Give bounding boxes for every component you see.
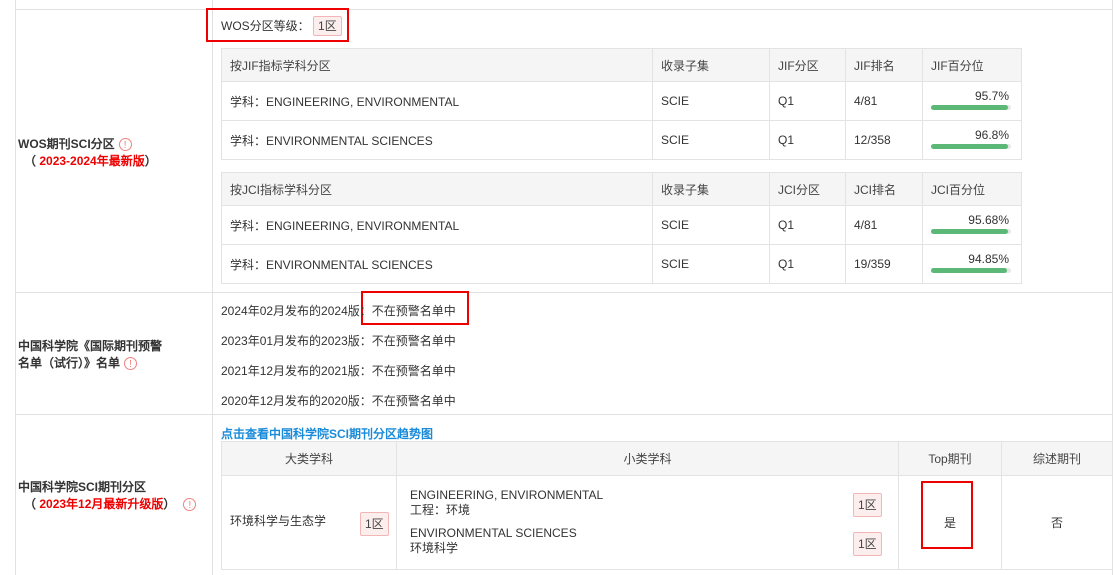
cas-minor-zone: 1区 <box>853 532 882 556</box>
jci-percentile-value: 94.85% <box>968 252 1009 266</box>
jif-percentile-cell: 95.7% <box>922 81 1022 121</box>
table-row: 学科：ENVIRONMENTAL SCIENCES SCIE Q1 19/359… <box>221 244 1022 284</box>
jci-percentile-cell: 95.68% <box>922 205 1022 245</box>
jci-percentile-value: 95.68% <box>968 213 1009 227</box>
table-row: 学科：ENGINEERING, ENVIRONMENTAL SCIE Q1 4/… <box>221 81 1022 121</box>
cas-major-zone: 1区 <box>360 512 389 536</box>
jif-header-subject: 按JIF指标学科分区 <box>221 48 653 82</box>
jif-subject: 学科：ENGINEERING, ENVIRONMENTAL <box>221 81 653 121</box>
jif-header-quartile: JIF分区 <box>769 48 846 82</box>
cas-minor-zone: 1区 <box>853 493 882 517</box>
jif-table-header: 按JIF指标学科分区 收录子集 JIF分区 JIF排名 JIF百分位 <box>221 48 1022 82</box>
warning-status: 不在预警名单中 <box>371 394 456 408</box>
warning-status: 不在预警名单中 <box>371 304 456 318</box>
cas-major-cell: 环境科学与生态学 1区 <box>221 475 397 570</box>
jci-rank: 4/81 <box>845 205 923 245</box>
jif-rank: 12/358 <box>845 120 923 160</box>
percentile-bar-fill <box>931 105 1008 110</box>
list-item: 2020年12月发布的2020版：不在预警名单中 <box>221 394 456 408</box>
frame-column-divider <box>212 0 213 575</box>
list-item: 2024年02月发布的2024版：不在预警名单中 <box>221 304 456 318</box>
jci-header-percentile: JCI百分位 <box>922 172 1022 206</box>
jif-subject: 学科：ENVIRONMENTAL SCIENCES <box>221 120 653 160</box>
jci-quartile: Q1 <box>769 244 846 284</box>
wos-version-label: 2023-2024年最新版 <box>39 154 145 168</box>
warning-status: 不在预警名单中 <box>371 364 456 378</box>
jci-table: 按JCI指标学科分区 收录子集 JCI分区 JCI排名 JCI百分位 学科：EN… <box>221 172 1022 284</box>
percentile-bar-fill <box>931 144 1009 149</box>
info-icon[interactable]: ! <box>124 357 138 371</box>
table-row: 环境科学与生态学 1区 ENGINEERING, ENVIRONMENTAL 工… <box>221 475 1113 570</box>
jci-rank: 19/359 <box>845 244 923 284</box>
jci-subject: 学科：ENGINEERING, ENVIRONMENTAL <box>221 205 653 245</box>
top-journal-highlight <box>921 481 973 549</box>
jci-header-rank: JCI排名 <box>845 172 923 206</box>
jif-table: 按JIF指标学科分区 收录子集 JIF分区 JIF排名 JIF百分位 学科：EN… <box>221 48 1022 160</box>
jif-percentile-value: 96.8% <box>974 128 1009 142</box>
info-icon[interactable]: ! <box>183 498 197 512</box>
percentile-bar-fill <box>931 229 1008 234</box>
jif-header-percentile: JIF百分位 <box>922 48 1022 82</box>
wos-level-badge: 1区 <box>313 16 342 36</box>
jci-header-quartile: JCI分区 <box>769 172 846 206</box>
row-divider <box>15 414 1113 415</box>
wos-section-label: WOS期刊SCI分区! （ 2023-2024年最新版） <box>18 137 157 168</box>
cas-header-review: 综述期刊 <box>1001 441 1113 476</box>
warning-status: 不在预警名单中 <box>371 334 456 348</box>
percentile-bar <box>931 144 1011 149</box>
jif-percentile-value: 95.7% <box>974 89 1009 103</box>
cas-table-header: 大类学科 小类学科 Top期刊 综述期刊 <box>221 441 1113 476</box>
row-divider <box>15 9 1113 10</box>
jci-subject: 学科：ENVIRONMENTAL SCIENCES <box>221 244 653 284</box>
wos-level-label: WOS分区等级： <box>221 19 310 33</box>
cas-trend-link[interactable]: 点击查看中国科学院SCI期刊分区趋势图 <box>221 425 433 442</box>
jci-subset: SCIE <box>652 205 770 245</box>
cas-review-cell: 否 <box>1001 475 1113 570</box>
table-row: 学科：ENGINEERING, ENVIRONMENTAL SCIE Q1 4/… <box>221 205 1022 245</box>
info-icon[interactable]: ! <box>118 138 132 152</box>
cas-table: 大类学科 小类学科 Top期刊 综述期刊 环境科学与生态学 1区 ENGINEE… <box>221 441 1113 570</box>
jif-subset: SCIE <box>652 120 770 160</box>
cas-header-major: 大类学科 <box>221 441 397 476</box>
cas-section-label: 中国科学院SCI期刊分区 （ 2023年12月最新升级版）! <box>18 479 208 513</box>
jif-percentile-cell: 96.8% <box>922 120 1022 160</box>
cas-major-name: 环境科学与生态学 <box>230 514 327 528</box>
jci-subset: SCIE <box>652 244 770 284</box>
jif-header-subset: 收录子集 <box>652 48 770 82</box>
cas-version-label: 2023年12月最新升级版 <box>39 497 164 511</box>
jif-subset: SCIE <box>652 81 770 121</box>
jci-header-subject: 按JCI指标学科分区 <box>221 172 653 206</box>
jif-header-rank: JIF排名 <box>845 48 923 82</box>
jci-percentile-cell: 94.85% <box>922 244 1022 284</box>
jci-quartile: Q1 <box>769 205 846 245</box>
frame-left-border <box>15 0 16 575</box>
list-item: 2023年01月发布的2023版：不在预警名单中 <box>221 334 456 348</box>
cas-header-top: Top期刊 <box>898 441 1002 476</box>
percentile-bar <box>931 229 1011 234</box>
percentile-bar <box>931 268 1011 273</box>
cas-minor-cell: ENGINEERING, ENVIRONMENTAL 工程：环境 1区 ENVI… <box>396 475 899 570</box>
cas-header-minor: 小类学科 <box>396 441 899 476</box>
jci-table-header: 按JCI指标学科分区 收录子集 JCI分区 JCI排名 JCI百分位 <box>221 172 1022 206</box>
jif-quartile: Q1 <box>769 120 846 160</box>
jif-rank: 4/81 <box>845 81 923 121</box>
cas-minor-item: ENGINEERING, ENVIRONMENTAL 工程：环境 <box>410 488 604 517</box>
table-row: 学科：ENVIRONMENTAL SCIENCES SCIE Q1 12/358… <box>221 120 1022 160</box>
jci-header-subset: 收录子集 <box>652 172 770 206</box>
wos-level: WOS分区等级： 1区 <box>221 16 342 36</box>
warning-section-label: 中国科学院《国际期刊预警 名单（试行）》名单! <box>18 339 163 371</box>
cas-review-value: 否 <box>1050 516 1063 530</box>
row-divider <box>15 292 1113 293</box>
percentile-bar-fill <box>931 268 1007 273</box>
cas-minor-item: ENVIRONMENTAL SCIENCES 环境科学 <box>410 526 577 555</box>
percentile-bar <box>931 105 1011 110</box>
list-item: 2021年12月发布的2021版：不在预警名单中 <box>221 364 456 378</box>
jif-quartile: Q1 <box>769 81 846 121</box>
